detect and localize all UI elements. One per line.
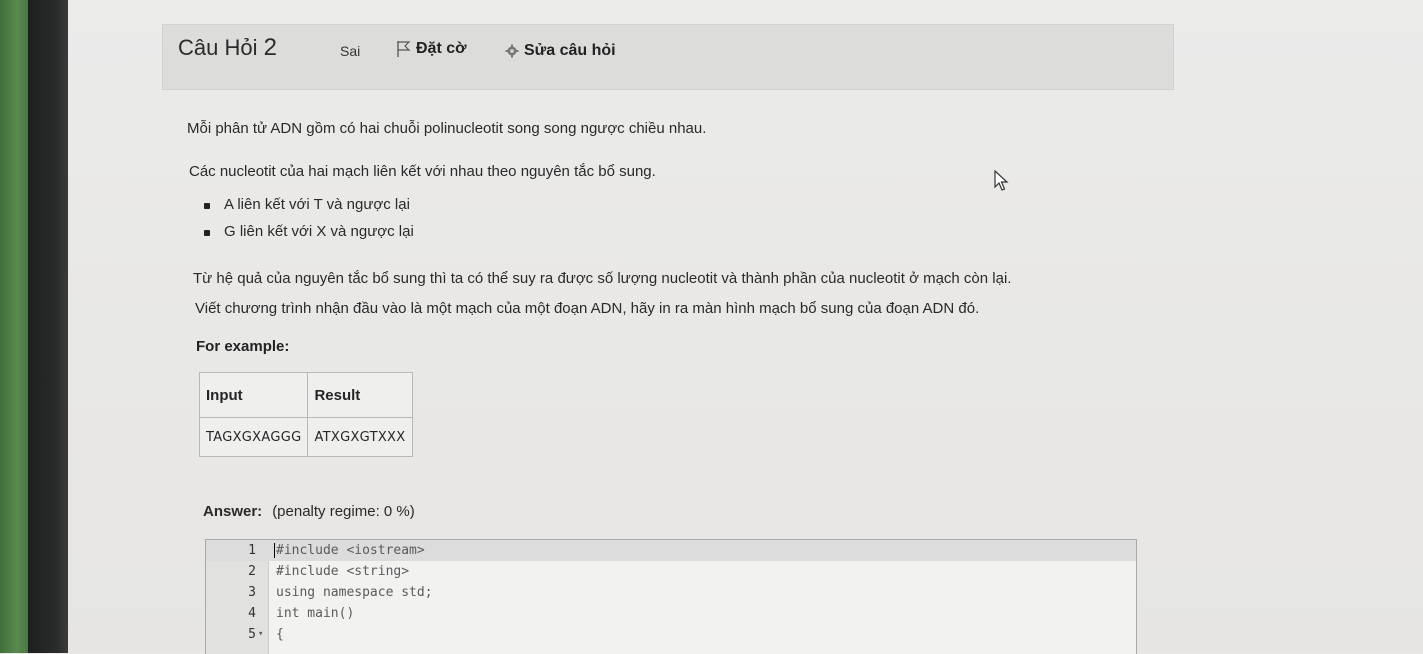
table-header-input: Input bbox=[198, 372, 309, 418]
code-text: #include <string> bbox=[276, 564, 410, 579]
pairing-rules-list: A liên kết với T và ngược lại G liên kết… bbox=[200, 196, 414, 250]
fold-toggle-icon[interactable]: ▾ bbox=[258, 624, 263, 645]
answer-label: Answer: bbox=[203, 503, 263, 520]
edit-question-label: Sửa câu hỏi bbox=[524, 42, 616, 59]
penalty-regime: (penalty regime: 0 %) bbox=[272, 503, 415, 520]
mouse-pointer-icon bbox=[994, 169, 1010, 197]
table-header-row: Input Result bbox=[198, 372, 414, 418]
question-info-bar bbox=[162, 24, 1174, 90]
code-text: #include <iostream> bbox=[276, 543, 425, 558]
flag-icon bbox=[396, 40, 412, 58]
text-cursor bbox=[274, 543, 275, 558]
code-text: { bbox=[276, 627, 284, 642]
question-paragraph-1: Mỗi phân tử ADN gồm có hai chuỗi polinuc… bbox=[187, 120, 707, 137]
code-editor[interactable]: 1 #include <iostream> 2 #include <string… bbox=[205, 539, 1137, 654]
flag-question-button[interactable]: Đặt cờ bbox=[396, 40, 467, 58]
table-header-result: Result bbox=[307, 372, 414, 418]
table-row: TAGXGXAGGG ATXGXGTXXX bbox=[198, 417, 414, 457]
code-text: int main() bbox=[276, 606, 355, 621]
list-item: G liên kết với X và ngược lại bbox=[200, 223, 414, 250]
question-paragraph-2: Các nucleotit của hai mạch liên kết với … bbox=[189, 163, 656, 180]
monitor-bezel-left bbox=[0, 0, 28, 653]
line-number: 1 bbox=[248, 543, 256, 558]
answer-heading: Answer: (penalty regime: 0 %) bbox=[203, 503, 415, 520]
table-cell-input: TAGXGXAGGG bbox=[198, 417, 309, 457]
line-number: 3 bbox=[248, 585, 256, 600]
question-title: Câu Hỏi 2 bbox=[178, 34, 277, 62]
edit-question-button[interactable]: Sửa câu hỏi bbox=[505, 42, 616, 60]
code-line[interactable]: 1 #include <iostream> bbox=[206, 540, 1136, 561]
flag-question-label: Đặt cờ bbox=[416, 40, 467, 57]
question-title-prefix: Câu Hỏi bbox=[178, 35, 258, 60]
line-number: 4 bbox=[248, 606, 256, 621]
gear-icon bbox=[505, 44, 519, 58]
question-paragraph-3: Từ hệ quả của nguyên tắc bổ sung thì ta … bbox=[193, 270, 1012, 287]
code-text: using namespace std; bbox=[276, 585, 433, 600]
line-number: 5 bbox=[248, 627, 256, 642]
table-cell-result: ATXGXGTXXX bbox=[307, 417, 414, 457]
example-table: Input Result TAGXGXAGGG ATXGXGTXXX bbox=[198, 372, 414, 457]
question-paragraph-4: Viết chương trình nhận đầu vào là một mạ… bbox=[195, 300, 980, 317]
line-number: 2 bbox=[248, 564, 256, 579]
code-line[interactable]: 2 #include <string> bbox=[206, 561, 1136, 582]
question-number: 2 bbox=[263, 34, 277, 61]
code-line[interactable]: 5 ▾ { bbox=[206, 624, 1136, 645]
monitor-bezel-edge bbox=[28, 0, 68, 653]
question-status: Sai bbox=[340, 43, 361, 59]
code-line[interactable]: 3 using namespace std; bbox=[206, 582, 1136, 603]
for-example-heading: For example: bbox=[196, 338, 290, 355]
list-item: A liên kết với T và ngược lại bbox=[200, 196, 414, 223]
code-line[interactable]: 4 int main() bbox=[206, 603, 1136, 624]
